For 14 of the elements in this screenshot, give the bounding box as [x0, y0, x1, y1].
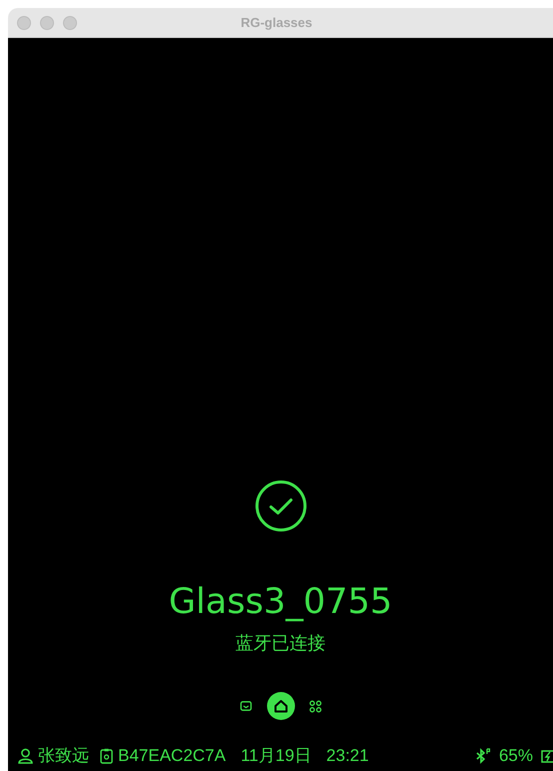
time: 23:21 — [326, 746, 369, 766]
battery-level: 65% — [498, 746, 533, 766]
connection-status: 蓝牙已连接 — [236, 632, 326, 654]
check-circle-icon — [254, 480, 306, 532]
device-id: B47EAC2C7A — [118, 746, 226, 766]
date: 11月19日 — [240, 746, 312, 766]
bluetooth-icon — [474, 748, 491, 764]
device-name: Glass3_0755 — [168, 582, 392, 622]
battery-icon — [541, 748, 553, 764]
badge-icon — [100, 748, 113, 764]
user-name: 张致远 — [38, 746, 89, 766]
user-icon — [18, 748, 33, 764]
window-title: RG-glasses — [240, 15, 312, 30]
home-icon[interactable] — [266, 692, 294, 720]
